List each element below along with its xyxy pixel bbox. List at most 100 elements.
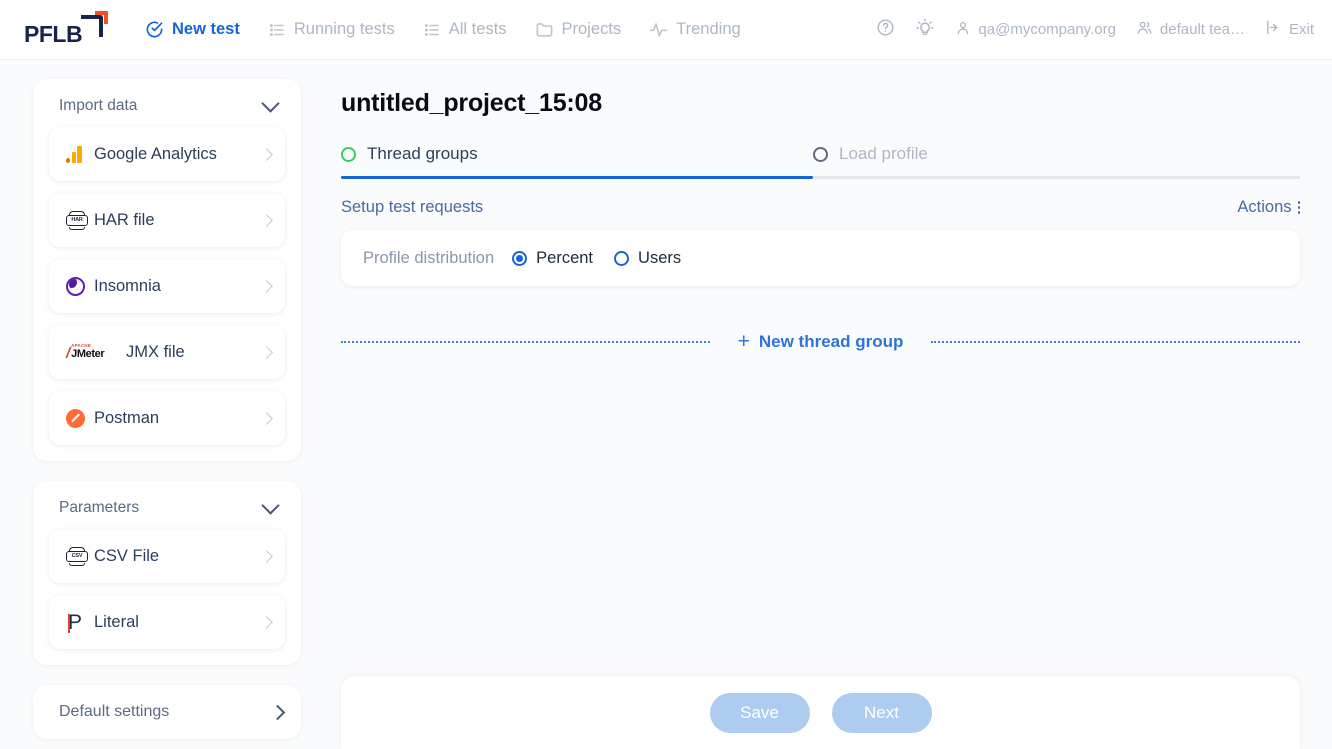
panel-title: Parameters: [59, 499, 140, 516]
app-header: PFLB New test Running tests All tests Pr…: [0, 0, 1332, 60]
tab-thread-groups[interactable]: Thread groups: [341, 144, 813, 176]
nav-label: All tests: [448, 20, 507, 38]
har-badge-text: HAR: [66, 214, 88, 226]
tab-progress-track: [341, 176, 1300, 179]
chevron-right-icon: [260, 147, 273, 161]
item-label: Insomnia: [94, 276, 161, 295]
chevron-right-icon: [260, 279, 273, 293]
chevron-down-icon[interactable]: [261, 94, 280, 113]
nav-item-projects[interactable]: Projects: [535, 20, 622, 39]
list-icon: [268, 21, 286, 39]
dashed-divider-right: [931, 340, 1300, 343]
lightbulb-icon: [915, 18, 935, 42]
radio-option-users[interactable]: Users: [614, 249, 681, 268]
sidebar: Import data Google Analytics HAR HAR fil…: [0, 60, 317, 749]
jmeter-icon: / APACHE JMeter: [66, 343, 105, 362]
new-thread-group-row: + New thread group: [341, 331, 1300, 352]
nav-label: Projects: [561, 20, 622, 38]
team-selector[interactable]: default tea…: [1136, 19, 1245, 40]
team-name: default tea…: [1159, 21, 1245, 38]
status-dot-icon: [813, 146, 828, 162]
insomnia-icon: [66, 276, 92, 296]
parameters-panel: Parameters CSV CSV File P Literal: [33, 481, 301, 665]
tab-load-profile[interactable]: Load profile: [813, 144, 1285, 176]
header-right-cluster: qa@mycompany.org default tea… Exit: [876, 18, 1314, 42]
page-body: Import data Google Analytics HAR HAR fil…: [0, 60, 1332, 749]
sidebar-item-literal[interactable]: P Literal: [49, 595, 285, 649]
sidebar-item-har-file[interactable]: HAR HAR file: [49, 193, 285, 247]
chevron-down-icon[interactable]: [261, 496, 280, 515]
csv-file-icon: CSV: [66, 546, 92, 566]
kebab-menu-icon: [1297, 201, 1300, 214]
footer-action-bar: Save Next: [341, 676, 1300, 749]
page-title: untitled_project_15:08: [341, 89, 602, 117]
plus-icon: +: [737, 330, 750, 353]
chevron-right-icon: [260, 411, 273, 425]
item-label: HAR file: [94, 210, 155, 229]
user-email: qa@mycompany.org: [978, 21, 1116, 38]
actions-label: Actions: [1237, 198, 1292, 216]
exit-button[interactable]: Exit: [1265, 19, 1314, 40]
nav-label: Running tests: [293, 20, 395, 38]
item-label: Postman: [94, 408, 160, 427]
logo-text: PFLB: [24, 20, 83, 47]
main-navigation: New test Running tests All tests Project…: [145, 20, 741, 39]
help-button[interactable]: [876, 18, 895, 41]
save-button[interactable]: Save: [709, 692, 810, 733]
radio-option-percent[interactable]: Percent: [512, 249, 593, 268]
item-label: JMX file: [126, 342, 185, 361]
chevron-right-icon: [260, 615, 273, 629]
nav-label: New test: [172, 20, 240, 38]
google-analytics-icon: [66, 145, 92, 163]
import-data-header[interactable]: Import data: [49, 93, 285, 127]
actions-menu-button[interactable]: Actions: [1237, 198, 1300, 217]
parameters-header[interactable]: Parameters: [49, 495, 285, 529]
import-data-panel: Import data Google Analytics HAR HAR fil…: [33, 79, 301, 461]
postman-icon: [66, 408, 92, 428]
literal-p-icon: P: [66, 612, 92, 633]
sidebar-item-postman[interactable]: Postman: [49, 391, 285, 445]
dashed-divider-left: [341, 340, 710, 343]
section-title: Setup test requests: [341, 198, 484, 216]
chevron-right-icon: [260, 213, 273, 227]
nav-item-all-tests[interactable]: All tests: [423, 20, 507, 39]
literal-glyph: P: [68, 610, 83, 634]
main-content: untitled_project_15:08 Thread groups Loa…: [317, 60, 1332, 749]
next-button[interactable]: Next: [831, 692, 932, 733]
radio-icon[interactable]: [512, 250, 528, 266]
panel-title: Import data: [59, 97, 138, 114]
folder-icon: [535, 20, 554, 39]
sidebar-item-jmx-file[interactable]: / APACHE JMeter JMX file: [49, 325, 285, 379]
chevron-right-icon: [269, 704, 286, 720]
nav-item-running-tests[interactable]: Running tests: [268, 20, 395, 39]
user-account[interactable]: qa@mycompany.org: [955, 20, 1116, 40]
exit-label: Exit: [1288, 21, 1314, 38]
nav-label: Trending: [676, 20, 741, 38]
exit-icon: [1265, 19, 1282, 40]
nav-item-new-test[interactable]: New test: [145, 20, 240, 39]
radio-icon[interactable]: [614, 250, 630, 266]
profile-distribution-card: Profile distribution Percent Users: [341, 230, 1300, 286]
nav-item-trending[interactable]: Trending: [649, 20, 741, 39]
item-label: Google Analytics: [94, 144, 217, 163]
radio-label: Users: [638, 248, 682, 267]
sidebar-item-insomnia[interactable]: Insomnia: [49, 259, 285, 313]
csv-badge-text: CSV: [66, 550, 88, 562]
tab-label: Load profile: [839, 144, 928, 163]
tab-progress-fill: [341, 176, 813, 179]
status-dot-icon: [341, 146, 356, 162]
sidebar-item-google-analytics[interactable]: Google Analytics: [49, 127, 285, 181]
jmeter-brand-main: JMeter: [71, 347, 105, 360]
new-thread-group-button[interactable]: + New thread group: [710, 331, 932, 352]
sidebar-item-default-settings[interactable]: Default settings: [33, 685, 301, 739]
people-icon: [1136, 19, 1153, 40]
logo-accent-shape: [95, 10, 108, 24]
chevron-right-icon: [260, 345, 273, 359]
pflb-logo[interactable]: PFLB: [24, 9, 119, 51]
person-icon: [955, 20, 971, 40]
profile-distribution-label: Profile distribution: [363, 248, 495, 267]
tips-button[interactable]: [915, 18, 935, 42]
default-settings-label: Default settings: [59, 703, 170, 720]
tab-bar: Thread groups Load profile: [341, 144, 1300, 176]
sidebar-item-csv-file[interactable]: CSV CSV File: [49, 529, 285, 583]
